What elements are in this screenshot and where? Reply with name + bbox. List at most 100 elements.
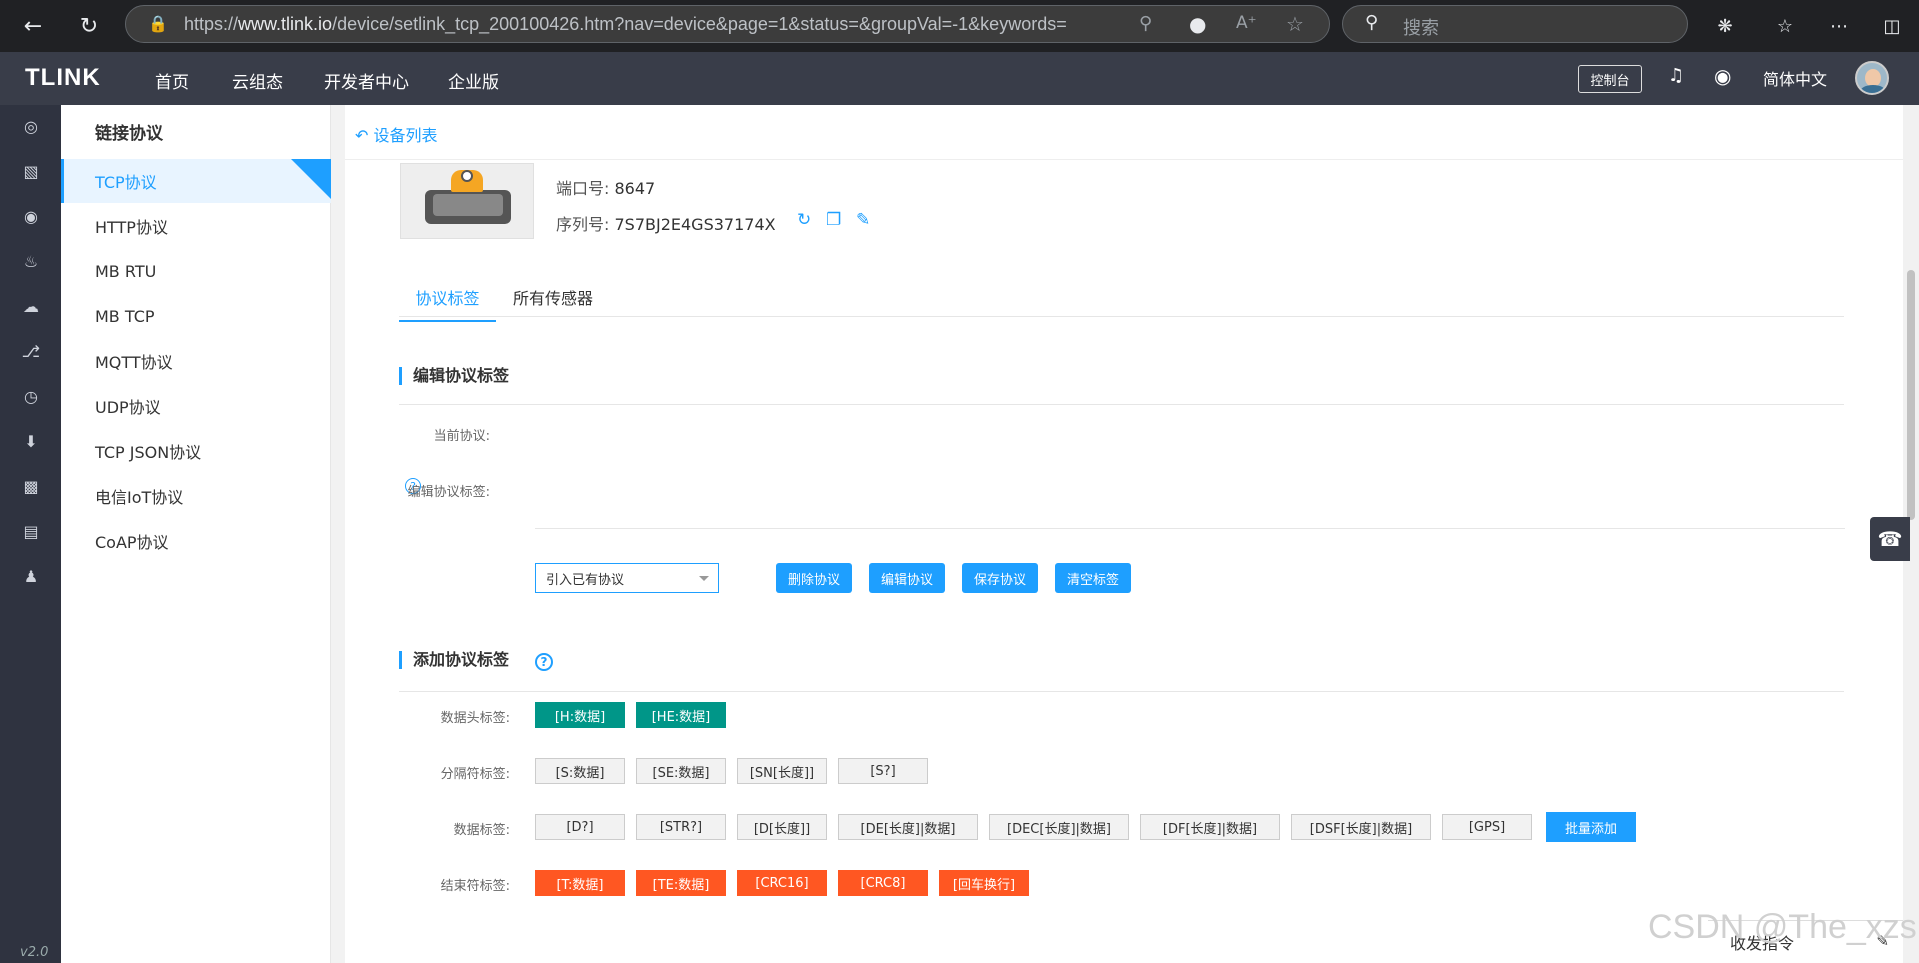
edit-protocol-label: 编辑协议标签:: [407, 485, 490, 500]
tag-button[interactable]: [DEC[长度]|数据]: [989, 814, 1129, 840]
star-icon[interactable]: ☆: [1286, 12, 1304, 36]
tag-button[interactable]: [回车换行]: [939, 870, 1029, 896]
watermark: CSDN @The_xzs: [1648, 908, 1917, 946]
back-to-device-list[interactable]: ↶ 设备列表: [355, 122, 438, 146]
user-icon[interactable]: ♟: [20, 565, 42, 587]
nav-home[interactable]: 首页: [155, 68, 189, 93]
top-navigation: TLINK 首页 云组态 开发者中心 企业版 控制台 ♫ ◉ 简体中文: [0, 52, 1919, 105]
edit-section-title: 编辑协议标签: [399, 367, 509, 385]
divider: [399, 404, 1844, 405]
edge-icon[interactable]: ●: [1189, 12, 1206, 36]
tag-button[interactable]: [DSF[长度]|数据]: [1291, 814, 1431, 840]
subnav-item-tcp[interactable]: TCP协议: [61, 159, 331, 203]
bell-icon[interactable]: ♫: [1668, 65, 1684, 86]
end-tags-label: 结束符标签:: [440, 879, 510, 894]
help-icon[interactable]: ?: [535, 653, 553, 671]
address-bar[interactable]: 🔒 https://www.tlink.io/device/setlink_tc…: [125, 5, 1330, 43]
serial-row: 序列号: 7S7BJ2E4GS37174X: [556, 215, 776, 234]
existing-protocol-select[interactable]: 引入已有协议: [535, 563, 719, 593]
device-image: [400, 163, 534, 239]
avatar[interactable]: [1855, 61, 1889, 95]
subnav-item-mqtt[interactable]: MQTT协议: [61, 339, 331, 383]
tag-button[interactable]: [CRC8]: [838, 870, 928, 896]
share-icon[interactable]: ⎇: [20, 340, 42, 362]
port-value: 8647: [614, 179, 656, 198]
zoom-icon[interactable]: ⚲: [1139, 13, 1152, 34]
reload-icon[interactable]: ↻: [72, 9, 106, 43]
icon-sidebar: ◎ ▧ ◉ ♨ ☁ ⎇ ◷ ⬇ ▩ ▤ ♟ v2.0: [0, 105, 61, 963]
logo[interactable]: TLINK: [25, 64, 101, 92]
port-row: 端口号: 8647: [556, 179, 656, 198]
tab-protocol-tags[interactable]: 协议标签: [399, 285, 496, 322]
extensions-icon[interactable]: ❋: [1708, 9, 1742, 43]
palette-icon[interactable]: ◉: [1714, 64, 1731, 88]
subnav-item-udp[interactable]: UDP协议: [61, 384, 331, 428]
subnav-item-http[interactable]: HTTP协议: [61, 204, 331, 248]
refresh-icon[interactable]: ↻: [797, 210, 811, 230]
url-text: https://www.tlink.io/device/setlink_tcp_…: [184, 14, 1067, 34]
subnav-item-mb-tcp[interactable]: MB TCP: [61, 294, 331, 338]
page-root: ← ↻ 🔒 https://www.tlink.io/device/setlin…: [0, 0, 1919, 963]
subnav-item-coap[interactable]: CoAP协议: [61, 519, 331, 563]
language-selector[interactable]: 简体中文: [1763, 66, 1827, 90]
add-section-title: 添加协议标签: [399, 651, 509, 669]
tag-button[interactable]: [GPS]: [1442, 814, 1532, 840]
tag-button[interactable]: [SE:数据]: [636, 758, 726, 784]
back-icon: ↶: [355, 126, 374, 145]
card-icon[interactable]: ▤: [20, 520, 42, 542]
edit-protocol-button[interactable]: 编辑协议: [869, 563, 945, 593]
nav-cloud-scada[interactable]: 云组态: [232, 68, 283, 93]
save-protocol-button[interactable]: 保存协议: [962, 563, 1038, 593]
tag-button[interactable]: [HE:数据]: [636, 702, 726, 728]
tag-button[interactable]: [TE:数据]: [636, 870, 726, 896]
lock-icon: 🔒: [148, 14, 168, 33]
protocol-tag-editor[interactable]: [535, 528, 1845, 529]
subnav-item-mb-rtu[interactable]: MB RTU: [61, 249, 331, 293]
nav-enterprise[interactable]: 企业版: [448, 68, 499, 93]
tag-button[interactable]: [STR?]: [636, 814, 726, 840]
back-bar: ↶ 设备列表: [345, 105, 1903, 160]
tab-all-sensors[interactable]: 所有传感器: [513, 285, 593, 309]
read-aloud-icon[interactable]: A⁺: [1236, 13, 1257, 33]
more-icon[interactable]: ⋯: [1822, 9, 1856, 43]
monitor-icon[interactable]: ▩: [20, 475, 42, 497]
clock-icon[interactable]: ◷: [20, 385, 42, 407]
console-button[interactable]: 控制台: [1578, 65, 1642, 93]
clear-tags-button[interactable]: 清空标签: [1055, 563, 1131, 593]
tag-button[interactable]: [S:数据]: [535, 758, 625, 784]
home-icon[interactable]: ◎: [20, 115, 42, 137]
bell-icon[interactable]: ♨: [20, 250, 42, 272]
tag-button[interactable]: [H:数据]: [535, 702, 625, 728]
cloud-icon[interactable]: ☁: [20, 295, 42, 317]
current-protocol-label: 当前协议:: [433, 429, 490, 444]
subnav-item-telecom-iot[interactable]: 电信IoT协议: [61, 474, 331, 518]
tag-button[interactable]: [DE[长度]|数据]: [838, 814, 978, 840]
copy-icon[interactable]: ❐: [826, 210, 841, 230]
protocol-subnav: 链接协议 TCP协议 HTTP协议 MB RTU MB TCP MQTT协议 U…: [61, 105, 331, 963]
location-icon[interactable]: ◉: [20, 205, 42, 227]
tag-button[interactable]: [T:数据]: [535, 870, 625, 896]
tag-button[interactable]: [SN[长度]]: [737, 758, 827, 784]
back-arrow-icon[interactable]: ←: [16, 9, 50, 43]
serial-value: 7S7BJ2E4GS37174X: [614, 215, 776, 234]
version-label: v2.0: [20, 945, 49, 960]
edit-icon[interactable]: ✎: [856, 210, 870, 230]
favorites-icon[interactable]: ☆: [1768, 9, 1802, 43]
tab-bar: 协议标签 所有传感器: [399, 275, 1844, 322]
batch-add-button[interactable]: 批量添加: [1546, 812, 1636, 842]
tag-button[interactable]: [D?]: [535, 814, 625, 840]
scrollbar-thumb[interactable]: [1907, 270, 1915, 520]
headset-icon[interactable]: ☎: [1870, 517, 1910, 561]
browser-search-box[interactable]: ⚲ 搜索: [1342, 5, 1688, 43]
divider: [399, 691, 1844, 692]
download-icon[interactable]: ⬇: [20, 430, 42, 452]
delete-protocol-button[interactable]: 删除协议: [776, 563, 852, 593]
tag-button[interactable]: [S?]: [838, 758, 928, 784]
tag-button[interactable]: [DF[长度]|数据]: [1140, 814, 1280, 840]
device-icon[interactable]: ▧: [20, 160, 42, 182]
tag-button[interactable]: [D[长度]]: [737, 814, 827, 840]
nav-developer-center[interactable]: 开发者中心: [324, 68, 409, 93]
subnav-item-tcp-json[interactable]: TCP JSON协议: [61, 429, 331, 473]
tag-button[interactable]: [CRC16]: [737, 870, 827, 896]
sidebar-toggle-icon[interactable]: ◫: [1875, 9, 1909, 43]
